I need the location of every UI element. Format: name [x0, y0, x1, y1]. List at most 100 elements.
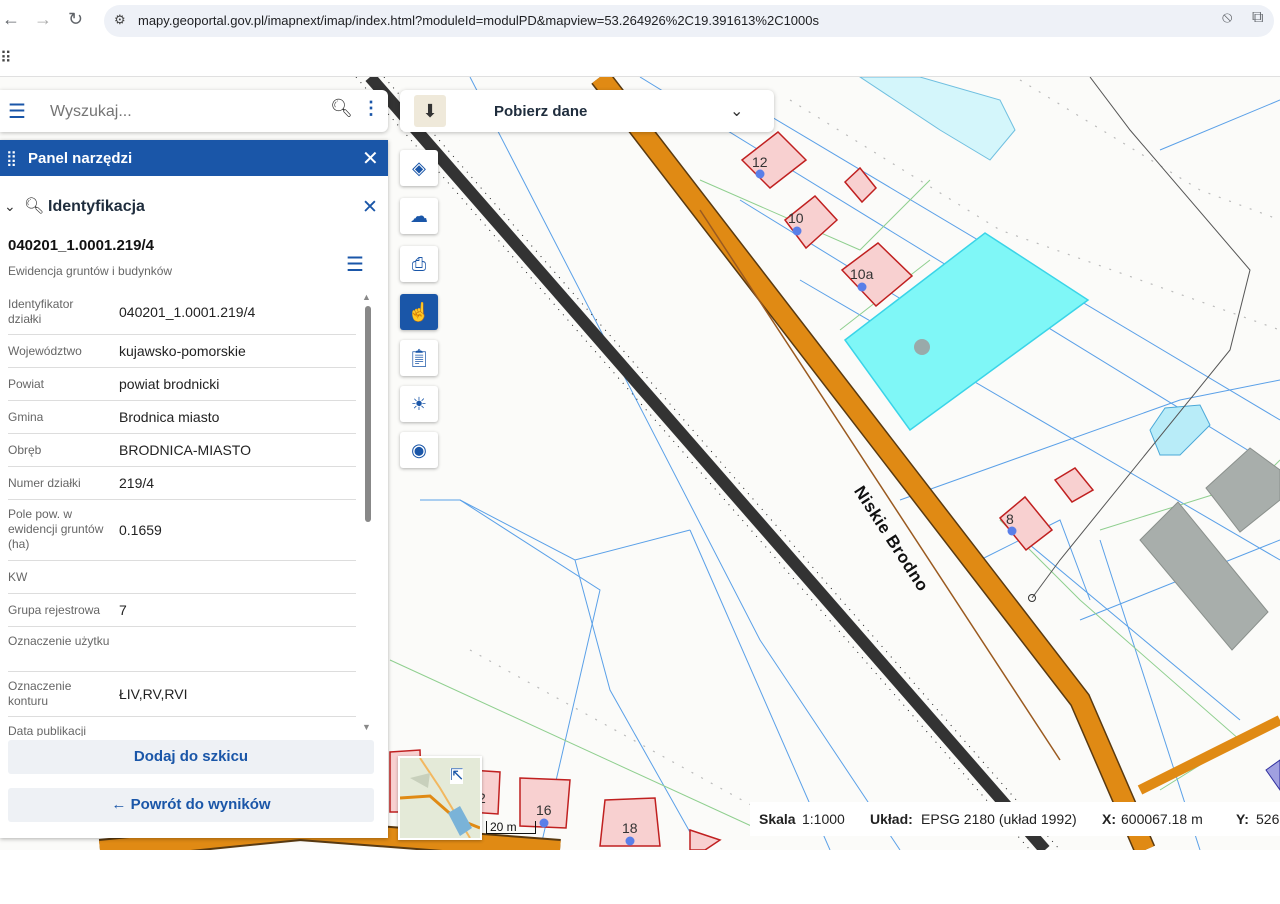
search-icon[interactable]: 🔍︎: [330, 98, 353, 119]
download-data-label: Pobierz dane: [494, 103, 588, 120]
identify-button[interactable]: ☝: [400, 294, 438, 330]
table-row: KW: [8, 561, 356, 594]
pointer-hand-icon: ☝: [407, 302, 431, 322]
row-value: ŁIV,RV,RVI: [119, 686, 188, 702]
house-number: 10a: [850, 266, 874, 282]
clipboard-button[interactable]: 📋︎: [400, 340, 438, 376]
row-value: 219/4: [119, 475, 155, 491]
add-to-sketch-button[interactable]: Dodaj do szkicu: [8, 740, 374, 774]
row-value: 040201_1.0001.219/4: [119, 304, 256, 320]
row-label: Powiat: [8, 377, 45, 391]
camera-button[interactable]: ◉: [400, 432, 438, 468]
cloud-icon: ☁: [410, 206, 428, 226]
reload-icon[interactable]: ↻: [68, 9, 83, 30]
menu-hamburger-icon[interactable]: ☰: [8, 99, 26, 124]
parcel-id: 040201_1.0001.219/4: [8, 237, 154, 254]
house-number: 8: [1006, 511, 1014, 527]
table-row: Data publikacji: [8, 717, 356, 736]
apps-grid-icon[interactable]: ⠿: [0, 48, 12, 68]
browser-toolbar: ← → ↻ ⚙ mapy.geoportal.gov.pl/imapnext/i…: [0, 0, 1280, 42]
row-label: Data publikacji: [8, 724, 87, 736]
row-value: BRODNICA-MIASTO: [119, 442, 251, 458]
cloud-data-button[interactable]: ☁: [400, 198, 438, 234]
parcel-source: Ewidencja gruntów i budynków: [8, 264, 173, 278]
x-coord-label: X:: [1102, 811, 1116, 827]
page-bottom-area: [0, 850, 1280, 904]
chevron-down-icon[interactable]: ⌄: [730, 101, 743, 121]
address-bar[interactable]: ⚙ mapy.geoportal.gov.pl/imapnext/imap/in…: [104, 5, 1274, 37]
row-value: 7: [119, 602, 127, 618]
identification-section-header[interactable]: ⌄ 🔍︎ Identyfikacja ✕: [0, 196, 388, 220]
row-label: Oznaczenie użytku: [8, 634, 110, 648]
print-button[interactable]: ⎙: [400, 246, 438, 282]
panel-scrollbar[interactable]: ▲ ▼: [362, 292, 374, 732]
row-value: 0.1659: [119, 522, 162, 538]
section-title: Identyfikacja: [48, 198, 145, 215]
back-arrow-icon[interactable]: ←: [2, 9, 20, 30]
table-row: Identyfikator działki 040201_1.0001.219/…: [8, 290, 356, 335]
table-row: Oznaczenie konturu ŁIV,RV,RVI: [8, 672, 356, 717]
download-icon: ⬇: [414, 95, 446, 127]
tool-panel: ⣿ Panel narzędzi ✕ ⌄ 🔍︎ Identyfikacja ✕ …: [0, 140, 388, 838]
layers-button[interactable]: ◈: [400, 150, 438, 186]
attribute-table: Identyfikator działki 040201_1.0001.219/…: [0, 290, 358, 736]
minimap-graphics: [400, 758, 480, 838]
y-coord-value: 526: [1256, 811, 1280, 827]
crs-value: EPSG 2180 (układ 1992): [921, 811, 1077, 827]
house-number: 16: [536, 802, 552, 818]
house-number: 18: [622, 820, 638, 836]
row-label: Oznaczenie konturu: [8, 679, 72, 708]
bookmarks-bar: ⠿: [0, 42, 1280, 77]
scroll-up-icon[interactable]: ▲: [362, 292, 371, 302]
sunrise-icon: ☀: [410, 394, 428, 414]
scale-bar: 20 m: [486, 820, 536, 834]
panel-title: Panel narzędzi: [28, 150, 133, 167]
search-icon: 🔍︎: [24, 198, 45, 215]
grid-icon: ⣿: [6, 150, 17, 167]
row-value: Brodnica miasto: [119, 409, 220, 425]
url-text: mapy.geoportal.gov.pl/imapnext/imap/inde…: [138, 13, 819, 28]
printer-icon: ⎙: [411, 254, 427, 274]
row-value: kujawsko-pomorskie: [119, 343, 246, 359]
back-to-results-button[interactable]: ← Powrót do wyników: [8, 788, 374, 822]
tracking-icon[interactable]: ⦸: [1222, 9, 1232, 27]
camera-icon: ◉: [411, 440, 427, 460]
row-value: powiat brodnicki: [119, 376, 220, 392]
download-data-dropdown[interactable]: ⬇ Pobierz dane ⌄: [400, 90, 774, 132]
back-button-label: Powrót do wyników: [130, 796, 271, 813]
row-label: Numer działki: [8, 476, 81, 490]
close-icon[interactable]: ✕: [362, 146, 379, 171]
table-row: Obręb BRODNICA-MIASTO: [8, 434, 356, 467]
table-row: Oznaczenie użytku: [8, 627, 356, 672]
table-row: Województwo kujawsko-pomorskie: [8, 335, 356, 368]
forward-arrow-icon[interactable]: →: [34, 9, 52, 30]
row-label: Identyfikator działki: [8, 297, 74, 326]
scroll-down-icon[interactable]: ▼: [362, 722, 371, 732]
crs-label: Układ:: [870, 811, 913, 827]
row-label: Pole pow. w ewidencji gruntów (ha): [8, 507, 104, 551]
scrollbar-thumb[interactable]: [365, 306, 371, 522]
search-input[interactable]: [48, 99, 312, 125]
scale-value: 1:1000: [802, 811, 845, 827]
close-icon[interactable]: ✕: [362, 196, 378, 219]
scale-label: Skala: [759, 811, 796, 827]
search-bar: ☰ 🔍︎ ⋮: [0, 90, 388, 132]
chevron-down-icon[interactable]: ⌄: [4, 198, 16, 215]
extension-icon[interactable]: ⧉: [1252, 9, 1263, 27]
scale-bar-label: 20 m: [486, 821, 536, 834]
panel-header: ⣿ Panel narzędzi ✕: [0, 140, 388, 176]
parcel-menu-icon[interactable]: ☰: [346, 252, 364, 277]
row-label: Województwo: [8, 344, 82, 358]
overview-minimap[interactable]: ⇱: [398, 756, 482, 840]
expand-icon[interactable]: ⇱: [450, 768, 464, 784]
status-bar: Skala 1:1000 Układ: EPSG 2180 (układ 199…: [750, 802, 1280, 836]
site-settings-icon[interactable]: ⚙: [114, 12, 126, 28]
x-coord-value: 600067.18 m: [1121, 811, 1203, 827]
house-number: 12: [752, 154, 768, 170]
arrow-left-icon: ←: [111, 796, 131, 813]
more-options-icon[interactable]: ⋮: [362, 98, 380, 119]
row-label: KW: [8, 570, 28, 584]
sunrise-button[interactable]: ☀: [400, 386, 438, 422]
row-label: Gmina: [8, 410, 44, 424]
table-row: Gmina Brodnica miasto: [8, 401, 356, 434]
